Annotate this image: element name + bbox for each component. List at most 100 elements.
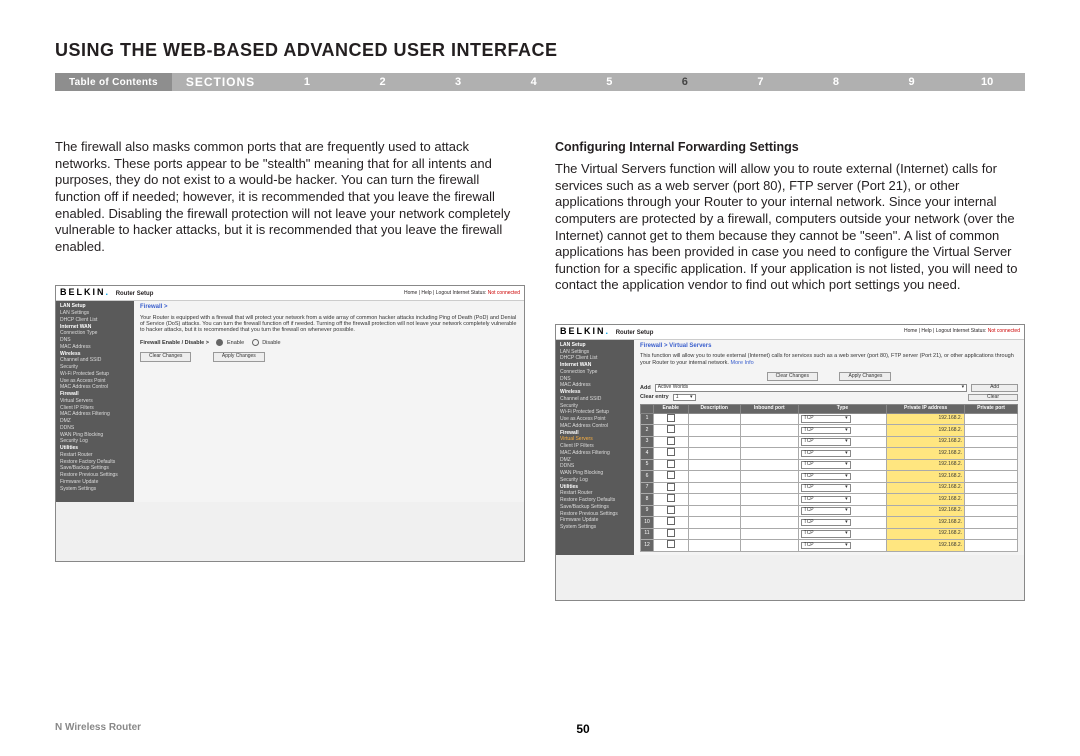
- description-cell[interactable]: [688, 448, 740, 460]
- description-cell[interactable]: [688, 482, 740, 494]
- nav-section-5[interactable]: 5: [571, 73, 647, 91]
- clear-button[interactable]: Clear: [968, 394, 1018, 402]
- private-ip-cell[interactable]: 192.168.2.: [887, 494, 965, 506]
- description-cell[interactable]: [688, 505, 740, 517]
- vs-apply-changes-button[interactable]: Apply Changes: [839, 372, 891, 382]
- private-port-cell[interactable]: [965, 482, 1018, 494]
- private-port-cell[interactable]: [965, 517, 1018, 529]
- type-cell[interactable]: TCP: [798, 528, 887, 540]
- apply-changes-button[interactable]: Apply Changes: [213, 352, 265, 362]
- type-cell[interactable]: TCP: [798, 448, 887, 460]
- private-ip-cell[interactable]: 192.168.2.: [887, 448, 965, 460]
- private-ip-cell[interactable]: 192.168.2.: [887, 540, 965, 552]
- inbound-port-cell[interactable]: [740, 482, 798, 494]
- description-cell[interactable]: [688, 528, 740, 540]
- description-cell[interactable]: [688, 540, 740, 552]
- private-port-cell[interactable]: [965, 448, 1018, 460]
- type-cell[interactable]: TCP: [798, 436, 887, 448]
- description-cell[interactable]: [688, 471, 740, 483]
- private-port-cell[interactable]: [965, 471, 1018, 483]
- enable-checkbox[interactable]: [667, 494, 675, 502]
- inbound-port-cell[interactable]: [740, 471, 798, 483]
- enable-checkbox[interactable]: [667, 517, 675, 525]
- type-cell[interactable]: TCP: [798, 505, 887, 517]
- enable-checkbox[interactable]: [667, 425, 675, 433]
- type-cell[interactable]: TCP: [798, 517, 887, 529]
- inbound-port-cell[interactable]: [740, 517, 798, 529]
- description-cell[interactable]: [688, 494, 740, 506]
- sidebar-virtual-servers[interactable]: LAN SetupLAN SettingsDHCP Client ListInt…: [556, 340, 634, 555]
- private-ip-cell[interactable]: 192.168.2.: [887, 436, 965, 448]
- inbound-port-cell[interactable]: [740, 540, 798, 552]
- enable-checkbox[interactable]: [667, 448, 675, 456]
- type-cell[interactable]: TCP: [798, 494, 887, 506]
- inbound-port-cell[interactable]: [740, 459, 798, 471]
- enable-checkbox[interactable]: [667, 540, 675, 548]
- description-cell[interactable]: [688, 413, 740, 425]
- nav-section-10[interactable]: 10: [949, 73, 1025, 91]
- type-cell[interactable]: TCP: [798, 540, 887, 552]
- description-cell[interactable]: [688, 425, 740, 437]
- nav-section-9[interactable]: 9: [874, 73, 950, 91]
- enable-checkbox[interactable]: [667, 437, 675, 445]
- nav-section-2[interactable]: 2: [345, 73, 421, 91]
- inbound-port-cell[interactable]: [740, 448, 798, 460]
- description-cell[interactable]: [688, 436, 740, 448]
- radio-disable[interactable]: [252, 339, 259, 346]
- private-port-cell[interactable]: [965, 494, 1018, 506]
- nav-section-7[interactable]: 7: [723, 73, 799, 91]
- vs-clear-changes-button[interactable]: Clear Changes: [767, 372, 818, 382]
- inbound-port-cell[interactable]: [740, 494, 798, 506]
- inbound-port-cell[interactable]: [740, 436, 798, 448]
- inbound-port-cell[interactable]: [740, 413, 798, 425]
- nav-section-4[interactable]: 4: [496, 73, 572, 91]
- more-info-link[interactable]: More Info: [731, 360, 754, 366]
- add-select[interactable]: Active Worlds: [655, 384, 967, 392]
- type-cell[interactable]: TCP: [798, 459, 887, 471]
- private-port-cell[interactable]: [965, 413, 1018, 425]
- right-column: Configuring Internal Forwarding Settings…: [555, 139, 1025, 601]
- private-ip-cell[interactable]: 192.168.2.: [887, 459, 965, 471]
- enable-checkbox[interactable]: [667, 506, 675, 514]
- private-port-cell[interactable]: [965, 540, 1018, 552]
- nav-section-1[interactable]: 1: [269, 73, 345, 91]
- nav-section-8[interactable]: 8: [798, 73, 874, 91]
- private-ip-cell[interactable]: 192.168.2.: [887, 413, 965, 425]
- private-ip-cell[interactable]: 192.168.2.: [887, 528, 965, 540]
- private-ip-cell[interactable]: 192.168.2.: [887, 482, 965, 494]
- type-cell[interactable]: TCP: [798, 482, 887, 494]
- nav-section-6[interactable]: 6: [647, 73, 723, 91]
- inbound-port-cell[interactable]: [740, 528, 798, 540]
- enable-checkbox[interactable]: [667, 414, 675, 422]
- top-links[interactable]: Home | Help | Logout Internet Status: No…: [404, 291, 520, 297]
- top-links-2[interactable]: Home | Help | Logout Internet Status: No…: [904, 329, 1020, 335]
- enable-checkbox[interactable]: [667, 483, 675, 491]
- private-ip-cell[interactable]: 192.168.2.: [887, 517, 965, 529]
- inbound-port-cell[interactable]: [740, 425, 798, 437]
- private-port-cell[interactable]: [965, 528, 1018, 540]
- enable-checkbox[interactable]: [667, 529, 675, 537]
- inbound-port-cell[interactable]: [740, 505, 798, 517]
- private-port-cell[interactable]: [965, 459, 1018, 471]
- private-port-cell[interactable]: [965, 505, 1018, 517]
- description-cell[interactable]: [688, 459, 740, 471]
- enable-checkbox[interactable]: [667, 471, 675, 479]
- type-cell[interactable]: TCP: [798, 471, 887, 483]
- add-button[interactable]: Add: [971, 384, 1018, 392]
- private-ip-cell[interactable]: 192.168.2.: [887, 471, 965, 483]
- private-ip-cell[interactable]: 192.168.2.: [887, 505, 965, 517]
- sidebar-firewall[interactable]: LAN SetupLAN SettingsDHCP Client ListInt…: [56, 301, 134, 502]
- nav-toc[interactable]: Table of Contents: [55, 73, 172, 91]
- private-ip-cell[interactable]: 192.168.2.: [887, 425, 965, 437]
- type-cell[interactable]: TCP: [798, 413, 887, 425]
- radio-enable[interactable]: [216, 339, 223, 346]
- clear-changes-button[interactable]: Clear Changes: [140, 352, 191, 362]
- nav-section-3[interactable]: 3: [420, 73, 496, 91]
- private-port-cell[interactable]: [965, 425, 1018, 437]
- type-cell[interactable]: TCP: [798, 425, 887, 437]
- description-cell[interactable]: [688, 517, 740, 529]
- clear-entry-select[interactable]: 1: [673, 394, 696, 402]
- enable-checkbox[interactable]: [667, 460, 675, 468]
- forwarding-paragraph: The Virtual Servers function will allow …: [555, 161, 1025, 294]
- private-port-cell[interactable]: [965, 436, 1018, 448]
